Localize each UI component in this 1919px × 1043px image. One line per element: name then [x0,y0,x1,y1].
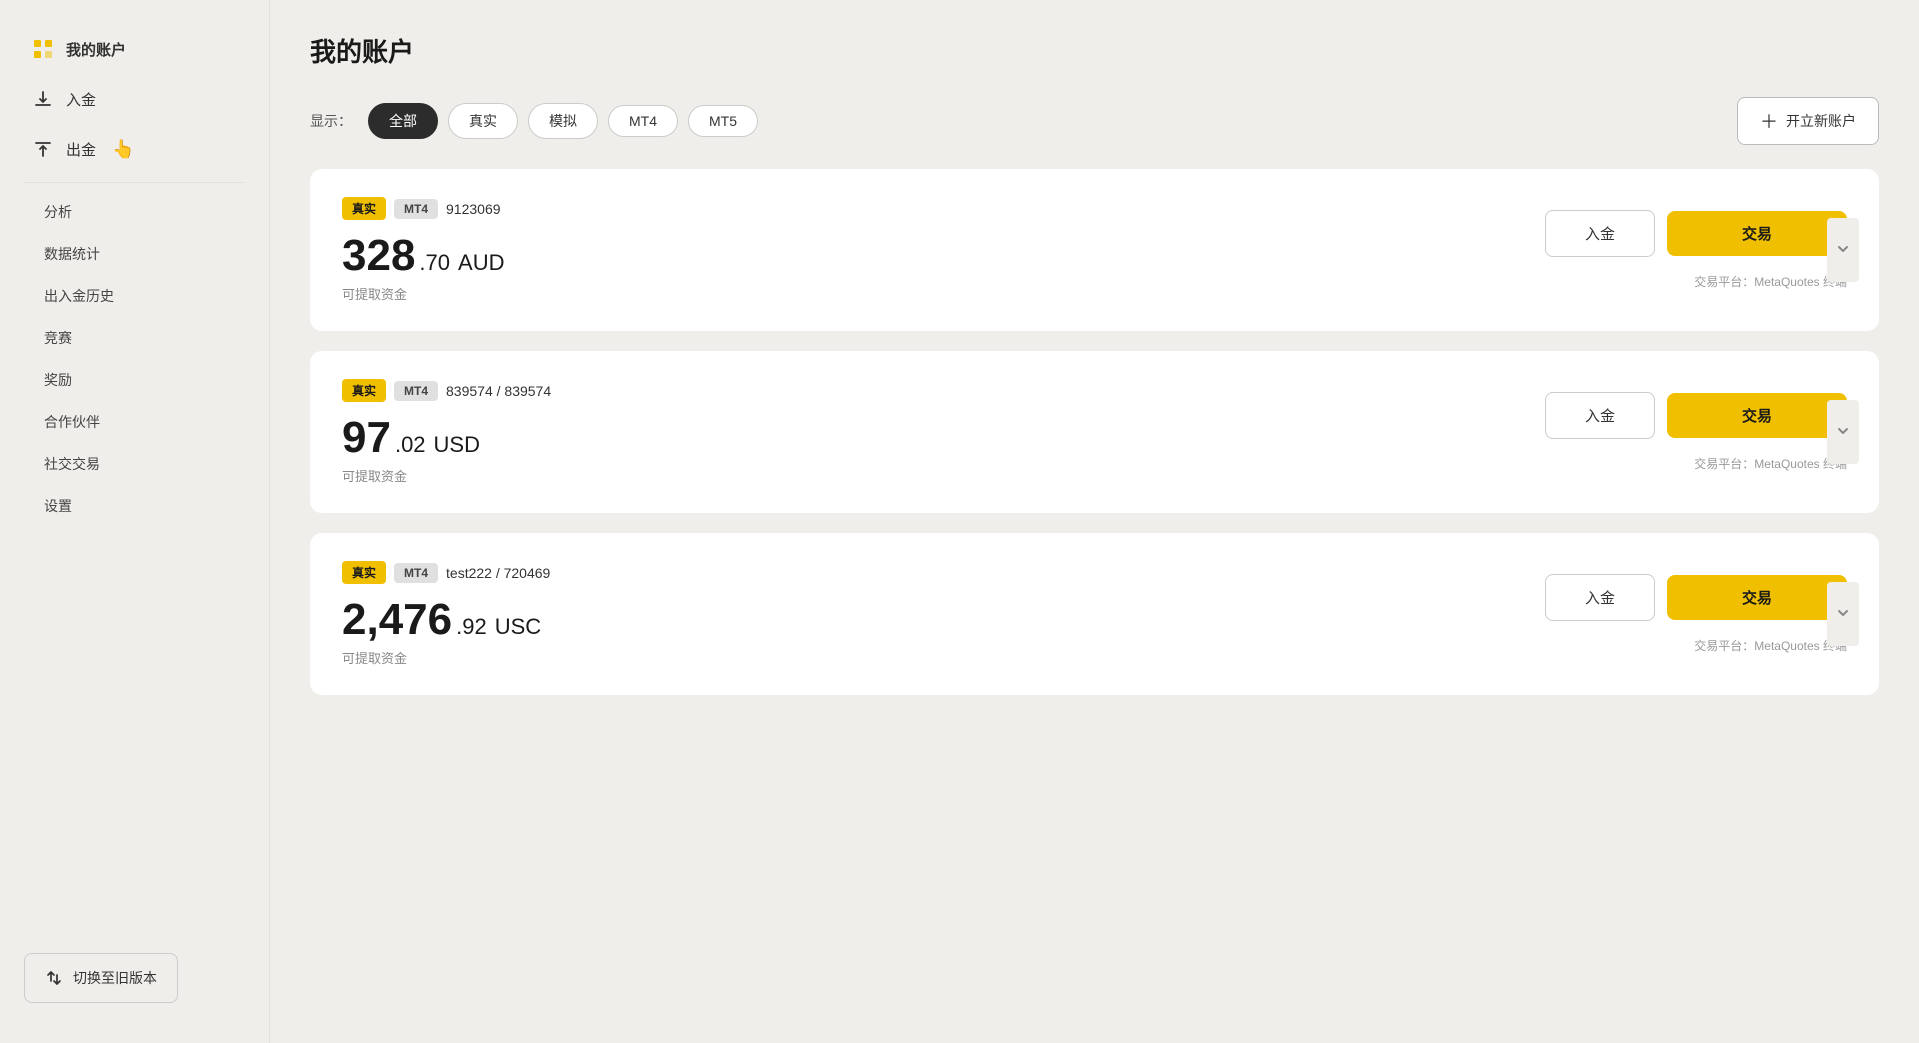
account-1-tags: 真实 MT4 9123069 [342,197,1525,220]
account-1-currency: AUD [458,250,504,276]
filter-mt4-button[interactable]: MT4 [608,105,678,137]
account-1-trade-button[interactable]: 交易 [1667,211,1847,256]
account-3-number: test222 / 720469 [446,565,550,581]
account-2-balance: 97 .02 USD [342,416,1525,460]
account-1-platform-info: 交易平台：MetaQuotes 终端 [1694,273,1847,290]
hand-cursor-icon: 👆 [112,139,134,160]
sidebar-item-social-trading[interactable]: 社交交易 [0,443,269,485]
account-1-available: 可提取资金 [342,284,1525,303]
sidebar-item-analysis[interactable]: 分析 [0,191,269,233]
account-3-trade-button[interactable]: 交易 [1667,575,1847,620]
sidebar-my-account-label: 我的账户 [66,39,126,60]
sidebar-deposit-label: 入金 [66,89,96,110]
account-3-buttons-row: 入金 交易 [1545,574,1847,621]
grid-icon [32,38,54,60]
account-2-trade-button[interactable]: 交易 [1667,393,1847,438]
account-2-currency: USD [434,432,480,458]
account-2-deposit-button[interactable]: 入金 [1545,392,1655,439]
sidebar: 我的账户 入金 出金 👆 分析 数据统计 出入金历史 竞赛 [0,0,270,1043]
filter-demo-button[interactable]: 模拟 [528,103,598,139]
account-2-platform-info: 交易平台：MetaQuotes 终端 [1694,455,1847,472]
sidebar-item-withdrawal[interactable]: 出金 👆 [0,124,269,174]
account-3-balance: 2,476 .92 USC [342,598,1525,642]
deposit-icon [32,88,54,110]
account-1-platform-badge: MT4 [394,199,438,219]
account-2-available: 可提取资金 [342,466,1525,485]
account-1-balance-main: 328 [342,234,415,278]
new-account-button[interactable]: ＋ 开立新账户 [1737,97,1879,145]
account-1-actions: 入金 交易 交易平台：MetaQuotes 终端 [1545,210,1847,290]
sidebar-item-deposit[interactable]: 入金 [0,74,269,124]
account-card-2: 真实 MT4 839574 / 839574 97 .02 USD 可提取资金 … [310,351,1879,513]
account-3-available: 可提取资金 [342,648,1525,667]
sidebar-item-my-account[interactable]: 我的账户 [0,24,269,74]
filter-mt5-button[interactable]: MT5 [688,105,758,137]
sidebar-item-statistics[interactable]: 数据统计 [0,233,269,275]
switch-icon [45,969,63,987]
withdrawal-icon [32,138,54,160]
sidebar-withdrawal-label: 出金 [66,139,96,160]
sidebar-item-settings[interactable]: 设置 [0,485,269,527]
account-3-tags: 真实 MT4 test222 / 720469 [342,561,1525,584]
account-3-platform-info: 交易平台：MetaQuotes 终端 [1694,637,1847,654]
sidebar-item-partners[interactable]: 合作伙伴 [0,401,269,443]
sidebar-item-competition[interactable]: 竞赛 [0,317,269,359]
sidebar-item-rewards[interactable]: 奖励 [0,359,269,401]
filter-label: 显示： [310,111,352,131]
plus-icon: ＋ [1760,108,1778,134]
chevron-down-icon [1837,423,1849,441]
account-3-balance-decimal: .92 [456,614,487,640]
sidebar-bottom: 切换至旧版本 [0,937,269,1019]
account-card-1-content: 真实 MT4 9123069 328 .70 AUD 可提取资金 [342,197,1525,303]
account-3-type-badge: 真实 [342,561,386,584]
account-2-tags: 真实 MT4 839574 / 839574 [342,379,1525,402]
account-1-deposit-button[interactable]: 入金 [1545,210,1655,257]
account-2-balance-main: 97 [342,416,391,460]
account-1-balance-decimal: .70 [419,250,450,276]
account-1-number: 9123069 [446,201,501,217]
account-3-expand-button[interactable] [1827,582,1859,646]
chevron-down-icon [1837,241,1849,259]
switch-version-button[interactable]: 切换至旧版本 [24,953,178,1003]
account-2-platform-badge: MT4 [394,381,438,401]
account-2-actions: 入金 交易 交易平台：MetaQuotes 终端 [1545,392,1847,472]
main-content: 我的账户 显示： 全部 真实 模拟 MT4 MT5 ＋ 开立新账户 真实 MT4… [270,0,1919,1043]
account-3-actions: 入金 交易 交易平台：MetaQuotes 终端 [1545,574,1847,654]
account-card-3: 真实 MT4 test222 / 720469 2,476 .92 USC 可提… [310,533,1879,695]
filter-real-button[interactable]: 真实 [448,103,518,139]
account-2-number: 839574 / 839574 [446,383,551,399]
account-1-buttons-row: 入金 交易 [1545,210,1847,257]
account-1-balance: 328 .70 AUD [342,234,1525,278]
account-2-buttons-row: 入金 交易 [1545,392,1847,439]
sidebar-divider [24,182,245,183]
filter-bar: 显示： 全部 真实 模拟 MT4 MT5 ＋ 开立新账户 [310,97,1879,145]
account-3-currency: USC [495,614,541,640]
account-2-type-badge: 真实 [342,379,386,402]
account-card-2-content: 真实 MT4 839574 / 839574 97 .02 USD 可提取资金 [342,379,1525,485]
account-2-expand-button[interactable] [1827,400,1859,464]
page-title: 我的账户 [310,32,1879,69]
sidebar-item-history[interactable]: 出入金历史 [0,275,269,317]
account-2-balance-decimal: .02 [395,432,426,458]
account-1-expand-button[interactable] [1827,218,1859,282]
account-1-type-badge: 真实 [342,197,386,220]
chevron-down-icon [1837,605,1849,623]
account-card-1: 真实 MT4 9123069 328 .70 AUD 可提取资金 入金 交易 交… [310,169,1879,331]
account-3-platform-badge: MT4 [394,563,438,583]
account-card-3-content: 真实 MT4 test222 / 720469 2,476 .92 USC 可提… [342,561,1525,667]
account-3-deposit-button[interactable]: 入金 [1545,574,1655,621]
account-3-balance-main: 2,476 [342,598,452,642]
filter-all-button[interactable]: 全部 [368,103,438,139]
